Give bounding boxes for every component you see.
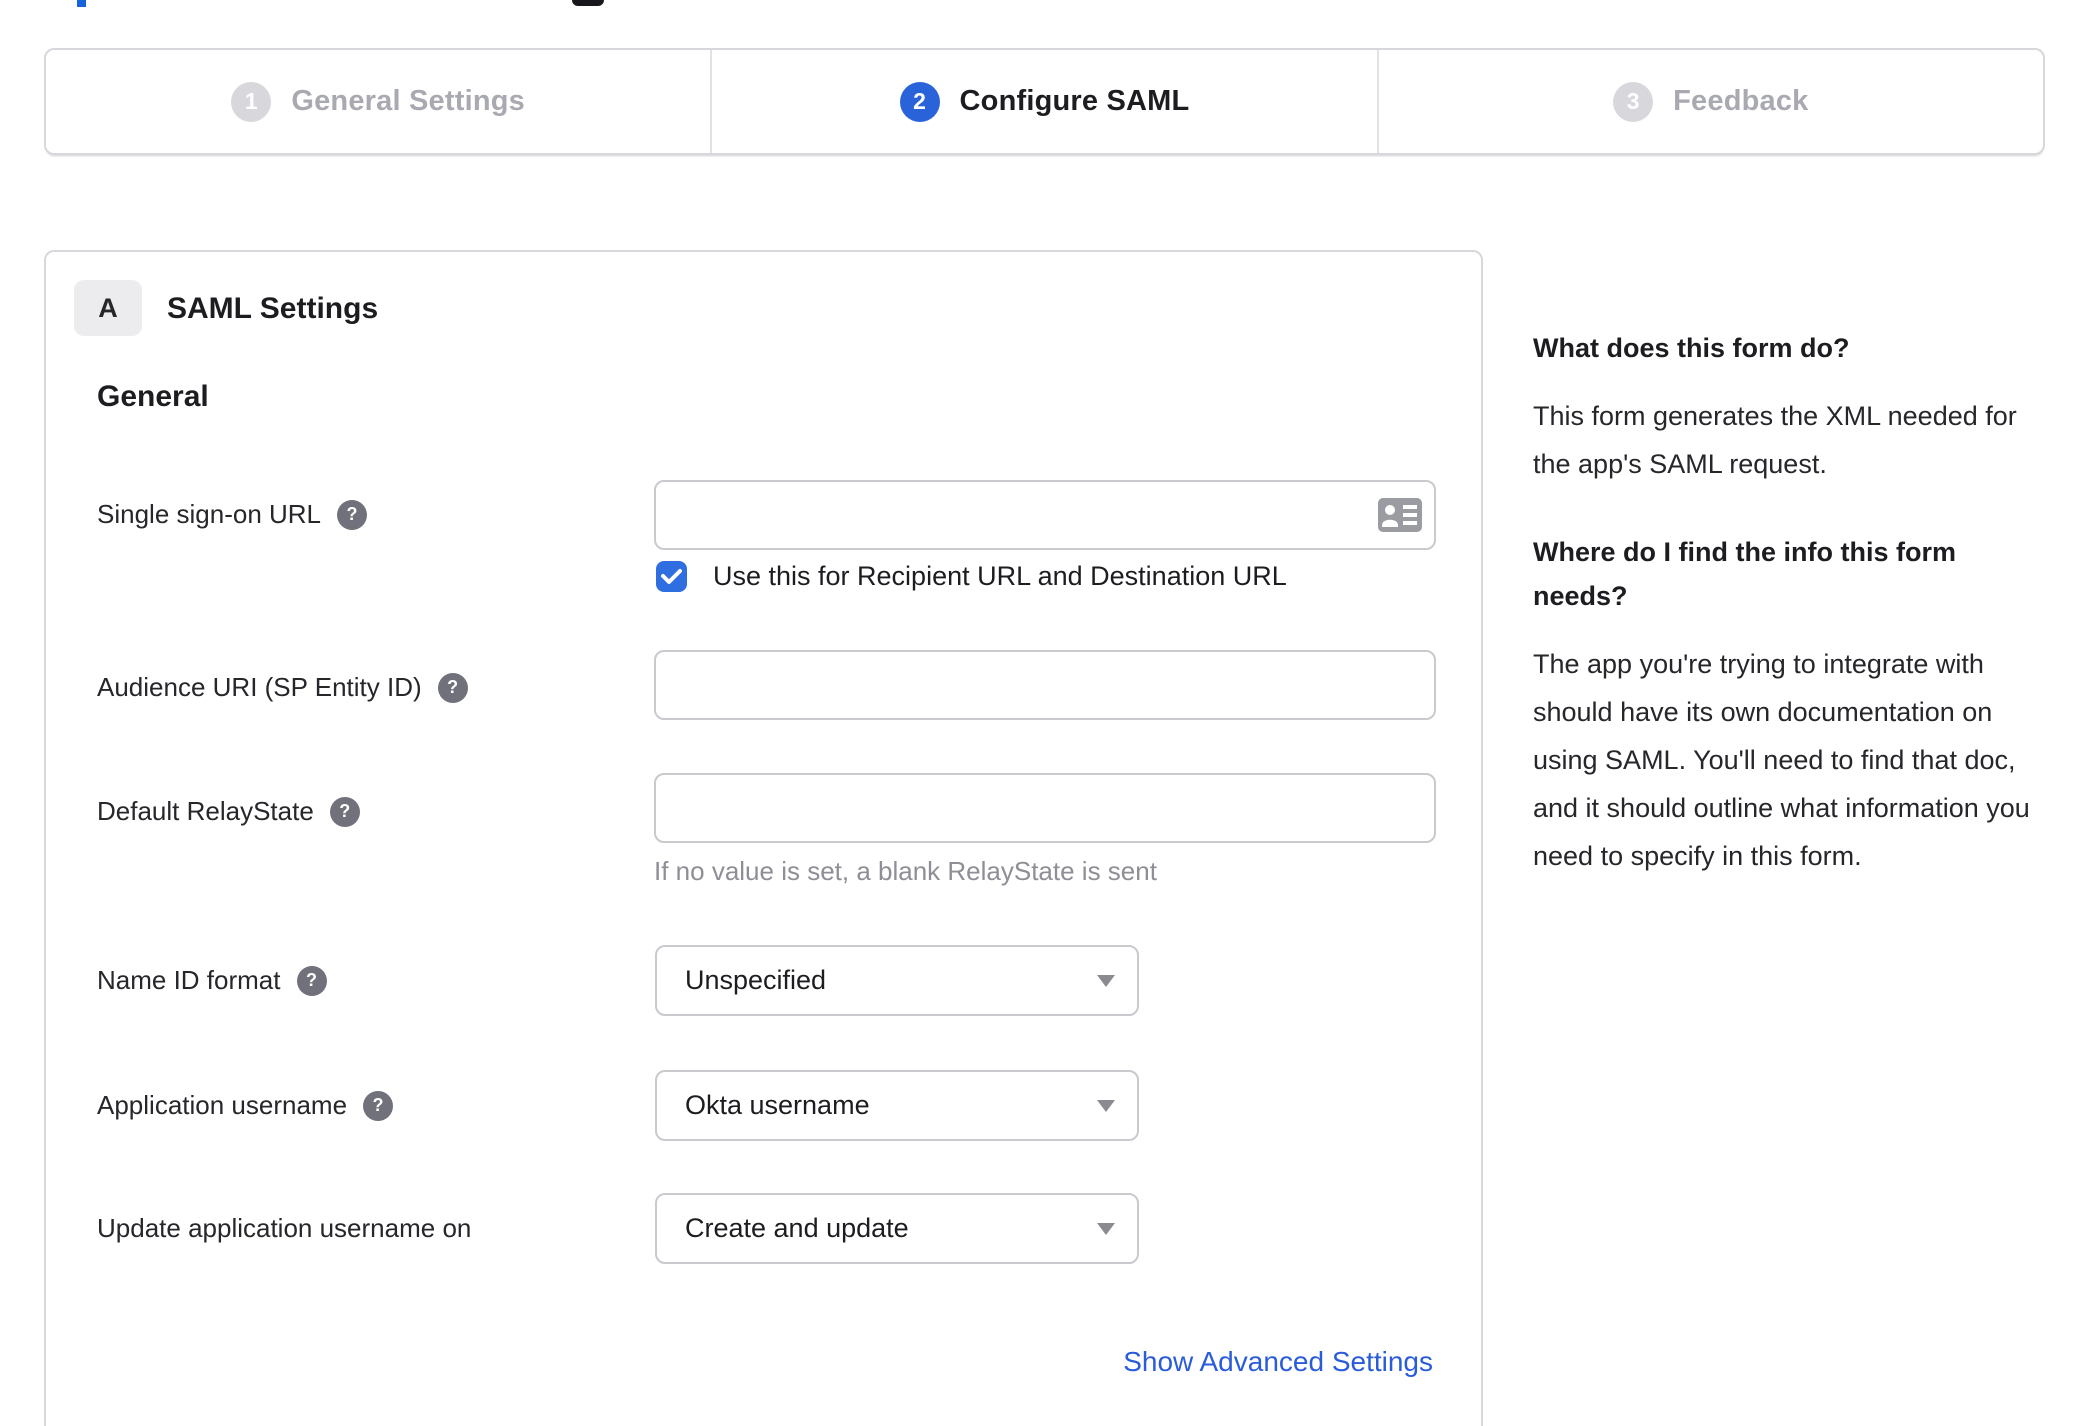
name-id-format-label-text: Name ID format	[97, 965, 281, 995]
application-username-label: Application username ?	[97, 1090, 394, 1121]
update-username-value: Create and update	[685, 1213, 909, 1243]
help-icon[interactable]: ?	[296, 965, 327, 996]
help-sidebar: What does this form do? This form genera…	[1533, 326, 2049, 922]
chevron-down-icon	[1097, 974, 1115, 987]
help-icon[interactable]: ?	[337, 499, 368, 530]
help-icon[interactable]: ?	[329, 796, 360, 827]
step-number-badge: 2	[899, 81, 940, 122]
audience-uri-label-text: Audience URI (SP Entity ID)	[97, 672, 422, 702]
wizard-stepper: 1 General Settings 2 Configure SAML 3 Fe…	[44, 48, 2045, 155]
show-advanced-settings-link[interactable]: Show Advanced Settings	[1123, 1346, 1433, 1378]
application-username-label-text: Application username	[97, 1090, 348, 1120]
step-number-badge: 1	[231, 81, 272, 122]
relay-state-label: Default RelayState ?	[97, 796, 360, 827]
update-username-select[interactable]: Create and update	[655, 1193, 1139, 1264]
help-heading-what: What does this form do?	[1533, 333, 1850, 363]
audience-uri-input[interactable]	[654, 650, 1436, 720]
saml-settings-card: A SAML Settings General Single sign-on U…	[44, 250, 1483, 1426]
step-number-badge: 3	[1613, 81, 1654, 122]
relay-state-input[interactable]	[654, 773, 1436, 843]
sso-url-label: Single sign-on URL ?	[97, 499, 368, 530]
recipient-url-checkbox[interactable]	[656, 561, 687, 592]
relay-state-label-text: Default RelayState	[97, 796, 314, 826]
chevron-down-icon	[1097, 1099, 1115, 1112]
update-username-label: Update application username on	[97, 1213, 471, 1244]
general-section-heading: General	[97, 380, 209, 413]
name-id-format-select[interactable]: Unspecified	[655, 945, 1139, 1016]
update-username-label-text: Update application username on	[97, 1213, 472, 1243]
recipient-url-checkbox-label: Use this for Recipient URL and Destinati…	[713, 561, 1287, 591]
contact-card-icon[interactable]	[1378, 498, 1422, 537]
section-a-badge: A	[74, 280, 142, 336]
step-label: Feedback	[1673, 85, 1809, 117]
step-configure-saml[interactable]: 2 Configure SAML	[710, 50, 1376, 153]
cropped-header-accent-fragment	[77, 0, 86, 7]
step-feedback[interactable]: 3 Feedback	[1376, 50, 2043, 153]
sso-url-label-text: Single sign-on URL	[97, 499, 322, 529]
audience-uri-label: Audience URI (SP Entity ID) ?	[97, 672, 468, 703]
application-username-select[interactable]: Okta username	[655, 1070, 1139, 1141]
help-icon[interactable]: ?	[437, 672, 468, 703]
card-title: SAML Settings	[167, 292, 379, 325]
relay-state-hint: If no value is set, a blank RelayState i…	[654, 856, 1157, 886]
cropped-app-logo-fragment	[572, 0, 604, 6]
application-username-value: Okta username	[685, 1090, 870, 1120]
help-heading-where: Where do I find the info this form needs…	[1533, 537, 1956, 611]
step-label: Configure SAML	[959, 85, 1190, 117]
step-label: General Settings	[291, 85, 525, 117]
name-id-format-label: Name ID format ?	[97, 965, 327, 996]
help-body-what: This form generates the XML needed for t…	[1533, 401, 2017, 479]
step-general-settings[interactable]: 1 General Settings	[46, 50, 710, 153]
sso-url-input[interactable]	[654, 480, 1436, 550]
help-icon[interactable]: ?	[363, 1090, 394, 1121]
recipient-url-checkbox-row: Use this for Recipient URL and Destinati…	[656, 561, 1287, 592]
chevron-down-icon	[1097, 1222, 1115, 1235]
help-body-where: The app you're trying to integrate with …	[1533, 649, 2030, 871]
name-id-format-value: Unspecified	[685, 965, 827, 995]
